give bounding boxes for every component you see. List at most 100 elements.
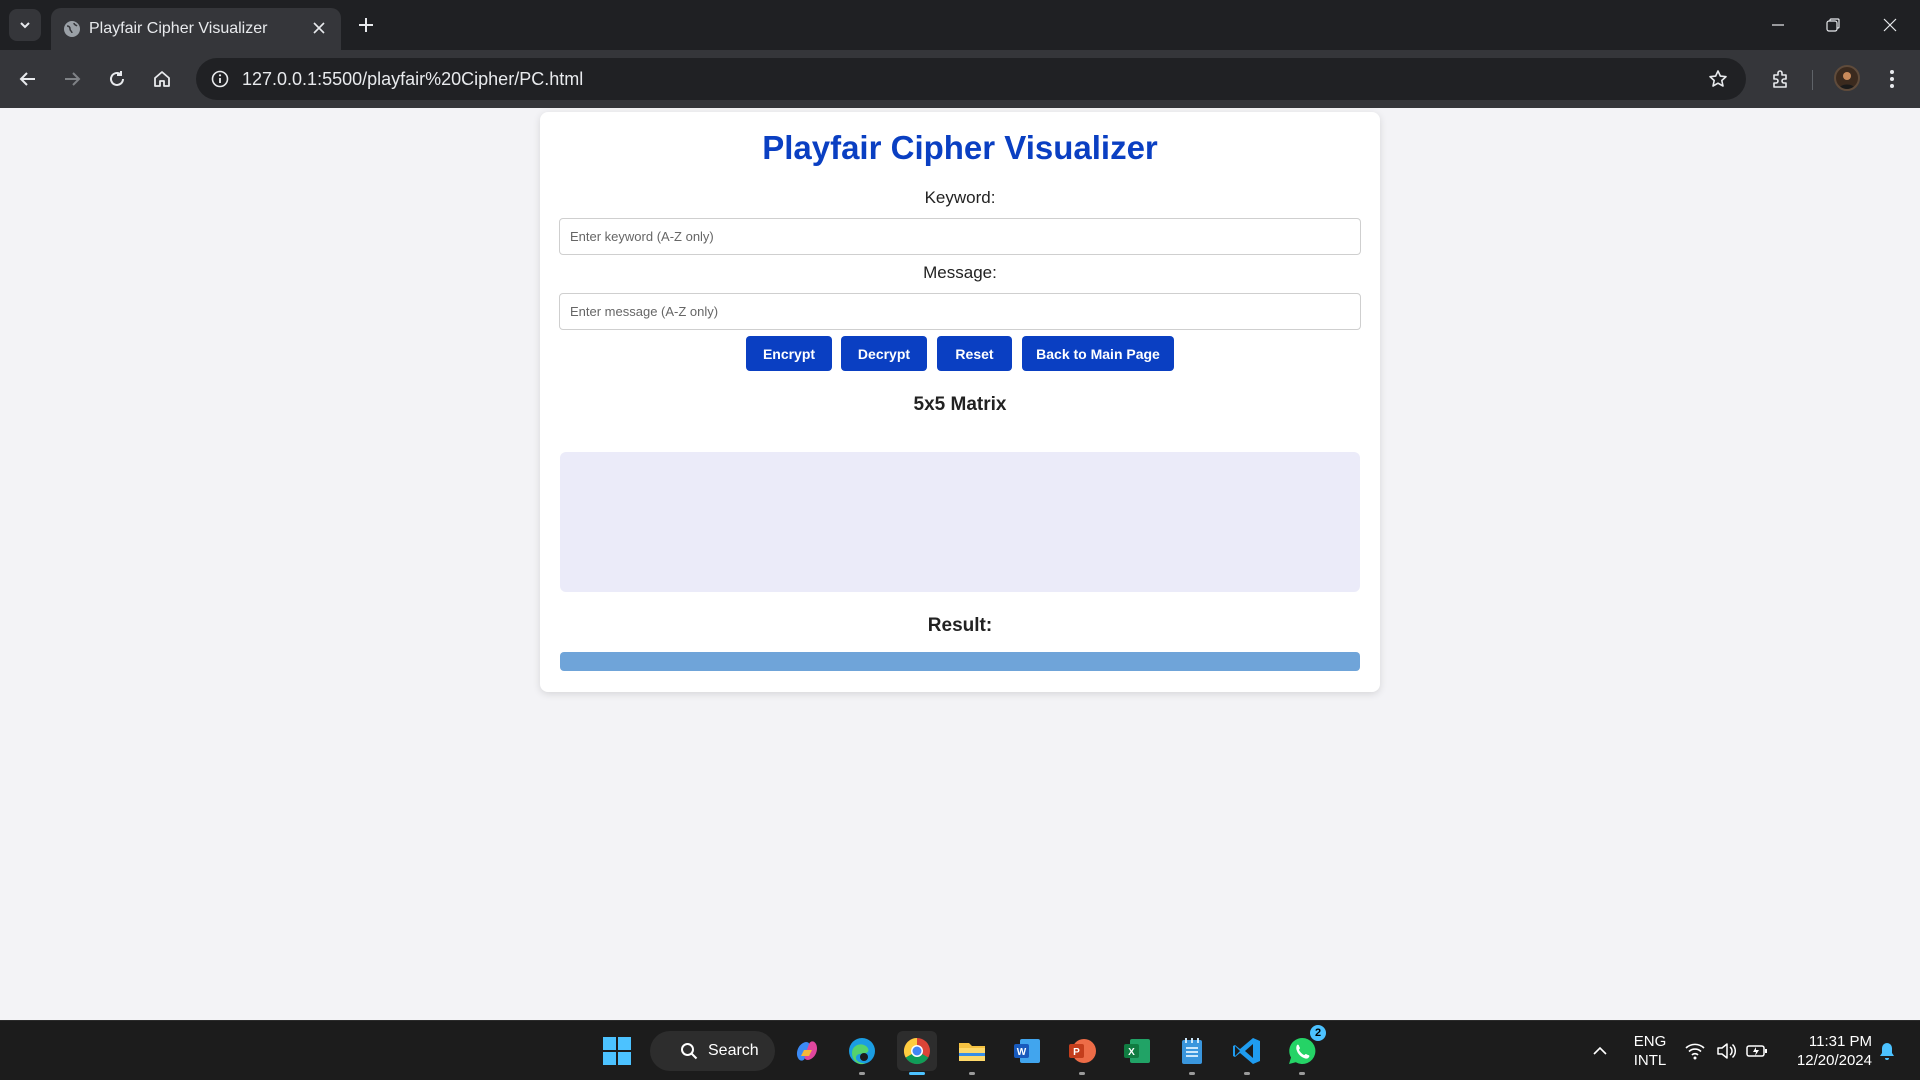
keyword-label: Keyword:	[924, 188, 996, 207]
language-indicator[interactable]: ENG INTL	[1625, 1032, 1675, 1070]
toolbar-divider	[1812, 70, 1813, 90]
matrix-heading: 5x5 Matrix	[913, 394, 1007, 415]
more-vertical-icon	[1890, 70, 1894, 88]
taskbar-whatsapp[interactable]: 2	[1282, 1025, 1326, 1075]
page-title: Playfair Cipher Visualizer	[762, 129, 1158, 166]
arrow-right-icon	[65, 72, 81, 86]
minimize-button[interactable]	[1758, 10, 1798, 40]
avatar[interactable]	[1834, 65, 1860, 91]
reset-button[interactable]: Reset	[937, 336, 1012, 371]
reload-icon	[110, 71, 124, 86]
result-heading: Result:	[927, 615, 993, 636]
back-button[interactable]	[12, 63, 44, 95]
cipher-card: Playfair Cipher Visualizer Keyword: Mess…	[540, 112, 1380, 692]
close-icon	[1883, 18, 1897, 32]
clock[interactable]: 11:31 PM 12/20/2024	[1782, 1032, 1872, 1070]
powerpoint-icon: P	[1069, 1039, 1096, 1063]
folder-icon	[959, 1043, 985, 1061]
taskbar-vscode[interactable]	[1227, 1031, 1267, 1075]
decrypt-button[interactable]: Decrypt	[841, 336, 927, 371]
matrix-grid	[560, 452, 1360, 592]
extensions-button[interactable]	[1765, 63, 1797, 95]
keyboard-layout: INTL	[1633, 1052, 1667, 1069]
tab-search-button[interactable]	[9, 9, 41, 41]
message-input[interactable]	[559, 293, 1361, 330]
result-output	[560, 652, 1360, 671]
excel-icon: X	[1124, 1039, 1150, 1063]
taskbar-file-explorer[interactable]	[952, 1031, 992, 1075]
minimize-icon	[1772, 24, 1784, 26]
home-button[interactable]	[146, 63, 178, 95]
close-icon	[313, 22, 325, 34]
page-viewport: Playfair Cipher Visualizer Keyword: Mess…	[0, 108, 1920, 1020]
start-button[interactable]	[597, 1031, 637, 1071]
whatsapp-icon	[1289, 1037, 1316, 1064]
chrome-icon	[903, 1037, 930, 1065]
reload-button[interactable]	[101, 63, 133, 95]
battery-charging-icon	[1746, 1045, 1767, 1057]
browser-tab-bar: Playfair Cipher Visualizer	[0, 0, 1920, 50]
site-info-button[interactable]	[204, 63, 236, 95]
arrow-left-icon	[19, 72, 35, 86]
copilot-icon	[796, 1041, 818, 1061]
back-to-main-button[interactable]: Back to Main Page	[1022, 336, 1174, 371]
wifi-icon	[1685, 1043, 1705, 1060]
taskbar-powerpoint[interactable]: P	[1062, 1031, 1102, 1075]
active-indicator	[909, 1072, 925, 1075]
running-indicator	[859, 1072, 865, 1075]
notification-badge: 2	[1310, 1025, 1326, 1041]
taskbar: Search W P X 2 ENG INTL 11:31 PM 12/20/2…	[0, 1020, 1920, 1080]
notifications-button[interactable]	[1872, 1031, 1902, 1071]
bell-icon	[1880, 1043, 1894, 1060]
restore-icon	[1826, 18, 1840, 32]
taskbar-notepad[interactable]	[1172, 1031, 1212, 1075]
taskbar-chrome[interactable]	[897, 1031, 937, 1075]
chevron-down-icon	[20, 22, 30, 29]
taskbar-edge[interactable]	[842, 1031, 882, 1075]
globe-icon	[64, 21, 80, 37]
browser-toolbar: 127.0.0.1:5500/playfair%20Cipher/PC.html	[0, 50, 1920, 108]
volume-button[interactable]	[1711, 1031, 1741, 1071]
search-icon	[681, 1043, 698, 1060]
bookmark-button[interactable]	[1702, 63, 1734, 95]
puzzle-icon	[1773, 70, 1787, 88]
svg-text:W: W	[1017, 1047, 1027, 1058]
close-window-button[interactable]	[1870, 10, 1910, 40]
clock-time: 11:31 PM	[1808, 1033, 1872, 1050]
chevron-up-icon	[1593, 1046, 1607, 1055]
profile-avatar-icon	[1839, 72, 1855, 89]
battery-button[interactable]	[1742, 1031, 1772, 1071]
forward-button[interactable]	[56, 63, 88, 95]
message-label: Message:	[923, 263, 997, 282]
edge-icon	[849, 1038, 875, 1065]
running-indicator	[1244, 1072, 1250, 1075]
plus-icon	[359, 18, 373, 32]
taskbar-excel[interactable]: X	[1117, 1031, 1157, 1071]
address-bar[interactable]: 127.0.0.1:5500/playfair%20Cipher/PC.html	[196, 58, 1746, 100]
notepad-icon	[1182, 1038, 1202, 1064]
network-button[interactable]	[1680, 1031, 1710, 1071]
action-buttons: Encrypt Decrypt Reset Back to Main Page	[540, 336, 1380, 371]
taskbar-word[interactable]: W	[1007, 1031, 1047, 1071]
taskbar-search[interactable]: Search	[650, 1031, 775, 1071]
running-indicator	[1299, 1072, 1305, 1075]
vscode-icon	[1233, 1038, 1260, 1064]
running-indicator	[969, 1072, 975, 1075]
tab-title: Playfair Cipher Visualizer	[89, 20, 268, 37]
encrypt-button[interactable]: Encrypt	[746, 336, 832, 371]
new-tab-button[interactable]	[352, 11, 380, 39]
svg-text:P: P	[1073, 1047, 1080, 1058]
language-code: ENG	[1633, 1033, 1667, 1050]
browser-menu-button[interactable]	[1876, 63, 1908, 95]
close-tab-button[interactable]	[309, 18, 329, 38]
taskbar-copilot[interactable]	[787, 1031, 827, 1071]
restore-button[interactable]	[1813, 10, 1853, 40]
browser-tab[interactable]: Playfair Cipher Visualizer	[51, 8, 341, 50]
windows-logo-icon	[603, 1037, 631, 1065]
clock-date: 12/20/2024	[1796, 1052, 1872, 1069]
keyword-input[interactable]	[559, 218, 1361, 255]
running-indicator	[1189, 1072, 1195, 1075]
show-hidden-icons-button[interactable]	[1582, 1031, 1618, 1071]
home-icon	[154, 71, 170, 87]
running-indicator	[1079, 1072, 1085, 1075]
